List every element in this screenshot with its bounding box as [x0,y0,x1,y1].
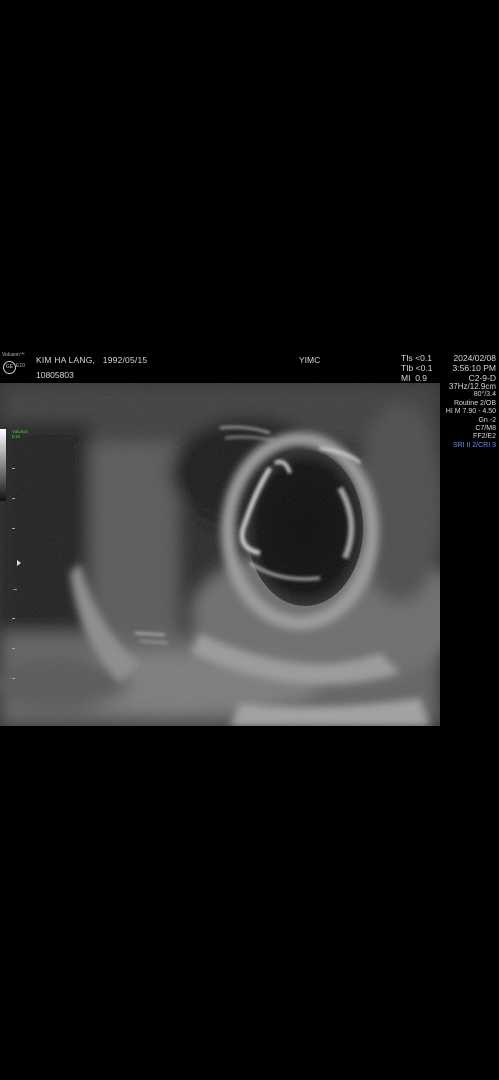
brand-text: Voluson™ [2,352,25,358]
exam-time: 3:56:10 PM [452,363,496,373]
patient-id: 10805803 [36,370,74,380]
ge-logo: Voluson™ GE E10 [2,352,30,382]
index-mi: MI 0.9 [401,373,428,383]
depth-tick [12,648,15,649]
index-tis: TIs <0.1 [401,353,432,363]
depth-tick [12,468,15,469]
depth-tick [12,618,15,619]
patient-info: KIM HA LANG, 1992/05/15 [36,355,147,365]
ultrasound-screen: Voluson™ GE E10 KIM HA LANG, 1992/05/15 … [0,350,499,726]
depth-tick [12,678,15,679]
model-text: E10 [16,363,25,369]
ultrasound-image: Voluson E10 [0,383,440,726]
header-bar: Voluson™ GE E10 KIM HA LANG, 1992/05/15 … [0,350,499,383]
focus-marker-icon [17,560,21,566]
param-hi: HI M 7.90 - 4.50 [445,408,496,416]
patient-name: KIM HA LANG, [36,355,96,365]
param-ff: FF2/E2 [473,433,496,441]
green-depth-dot [13,589,14,590]
param-angle: 80°/3.4 [473,391,496,399]
patient-dob: 1992/05/15 [102,355,148,365]
param-preset: Routine 2/OB [453,399,496,407]
depth-tick [12,498,15,499]
datetime-block: 2024/02/08 3:56:10 PM C2-9-D [453,353,496,383]
param-c-m: C7/M8 [475,425,496,433]
safety-indices: TIs <0.1 TIb <0.1 MI 0.9 [401,353,432,383]
grayscale-bar [0,429,6,501]
probe-orientation-label: Voluson E10 [12,429,29,439]
exam-date: 2024/02/08 [453,353,496,363]
institution-name: YIMC [299,355,321,365]
ge-mark-icon: GE [3,361,16,374]
index-tib: TIb <0.1 [401,363,433,373]
param-gain: Gn -2 [478,416,496,424]
depth-tick [12,528,15,529]
param-sri: SRI II 2/CRI 3 [452,441,496,449]
sonogram-graphic [0,383,440,726]
imaging-parameters: 37Hz/12.9cm 80°/3.4 Routine 2/OB HI M 7.… [445,382,496,450]
